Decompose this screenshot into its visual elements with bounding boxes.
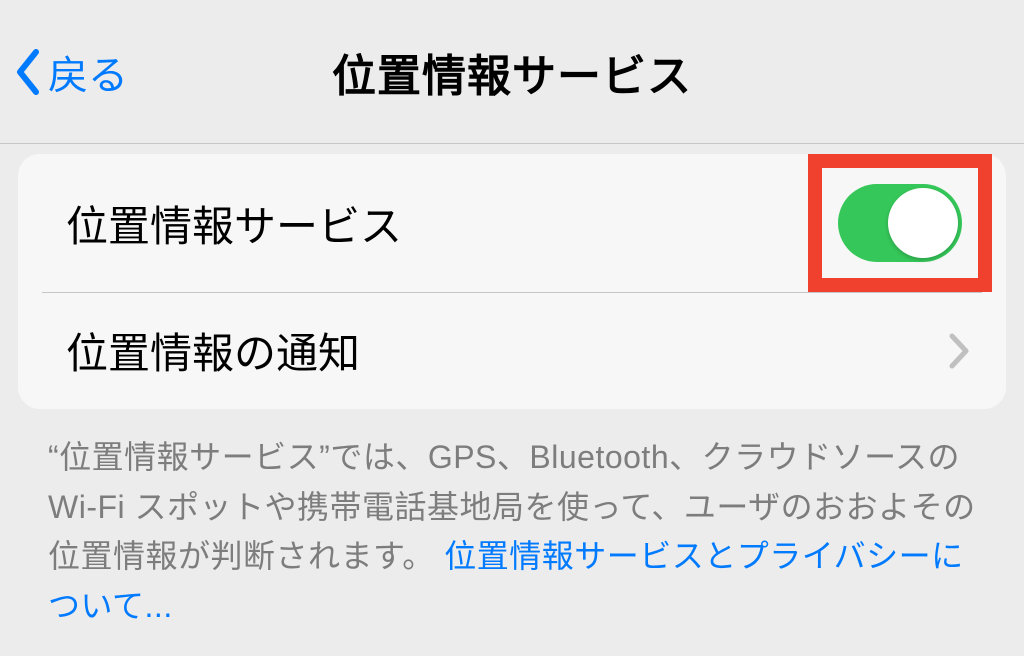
footer-description: “位置情報サービス”では、GPS、Bluetooth、クラウドソースの Wi-F… <box>0 409 1024 651</box>
location-services-label: 位置情報サービス <box>66 193 402 254</box>
page-title: 位置情報サービス <box>332 40 692 104</box>
chevron-left-icon <box>14 48 42 96</box>
toggle-knob <box>888 188 958 258</box>
location-services-row: 位置情報サービス <box>18 154 1006 292</box>
chevron-right-icon <box>948 332 970 370</box>
location-services-toggle[interactable] <box>838 184 962 262</box>
location-alerts-row[interactable]: 位置情報の通知 <box>18 292 1006 409</box>
highlight-box <box>808 154 992 292</box>
back-label: 戻る <box>48 43 128 101</box>
navigation-header: 戻る 位置情報サービス <box>0 0 1024 144</box>
settings-list: 位置情報サービス 位置情報の通知 <box>18 154 1006 409</box>
back-button[interactable]: 戻る <box>0 43 128 101</box>
location-alerts-label: 位置情報の通知 <box>66 320 360 381</box>
